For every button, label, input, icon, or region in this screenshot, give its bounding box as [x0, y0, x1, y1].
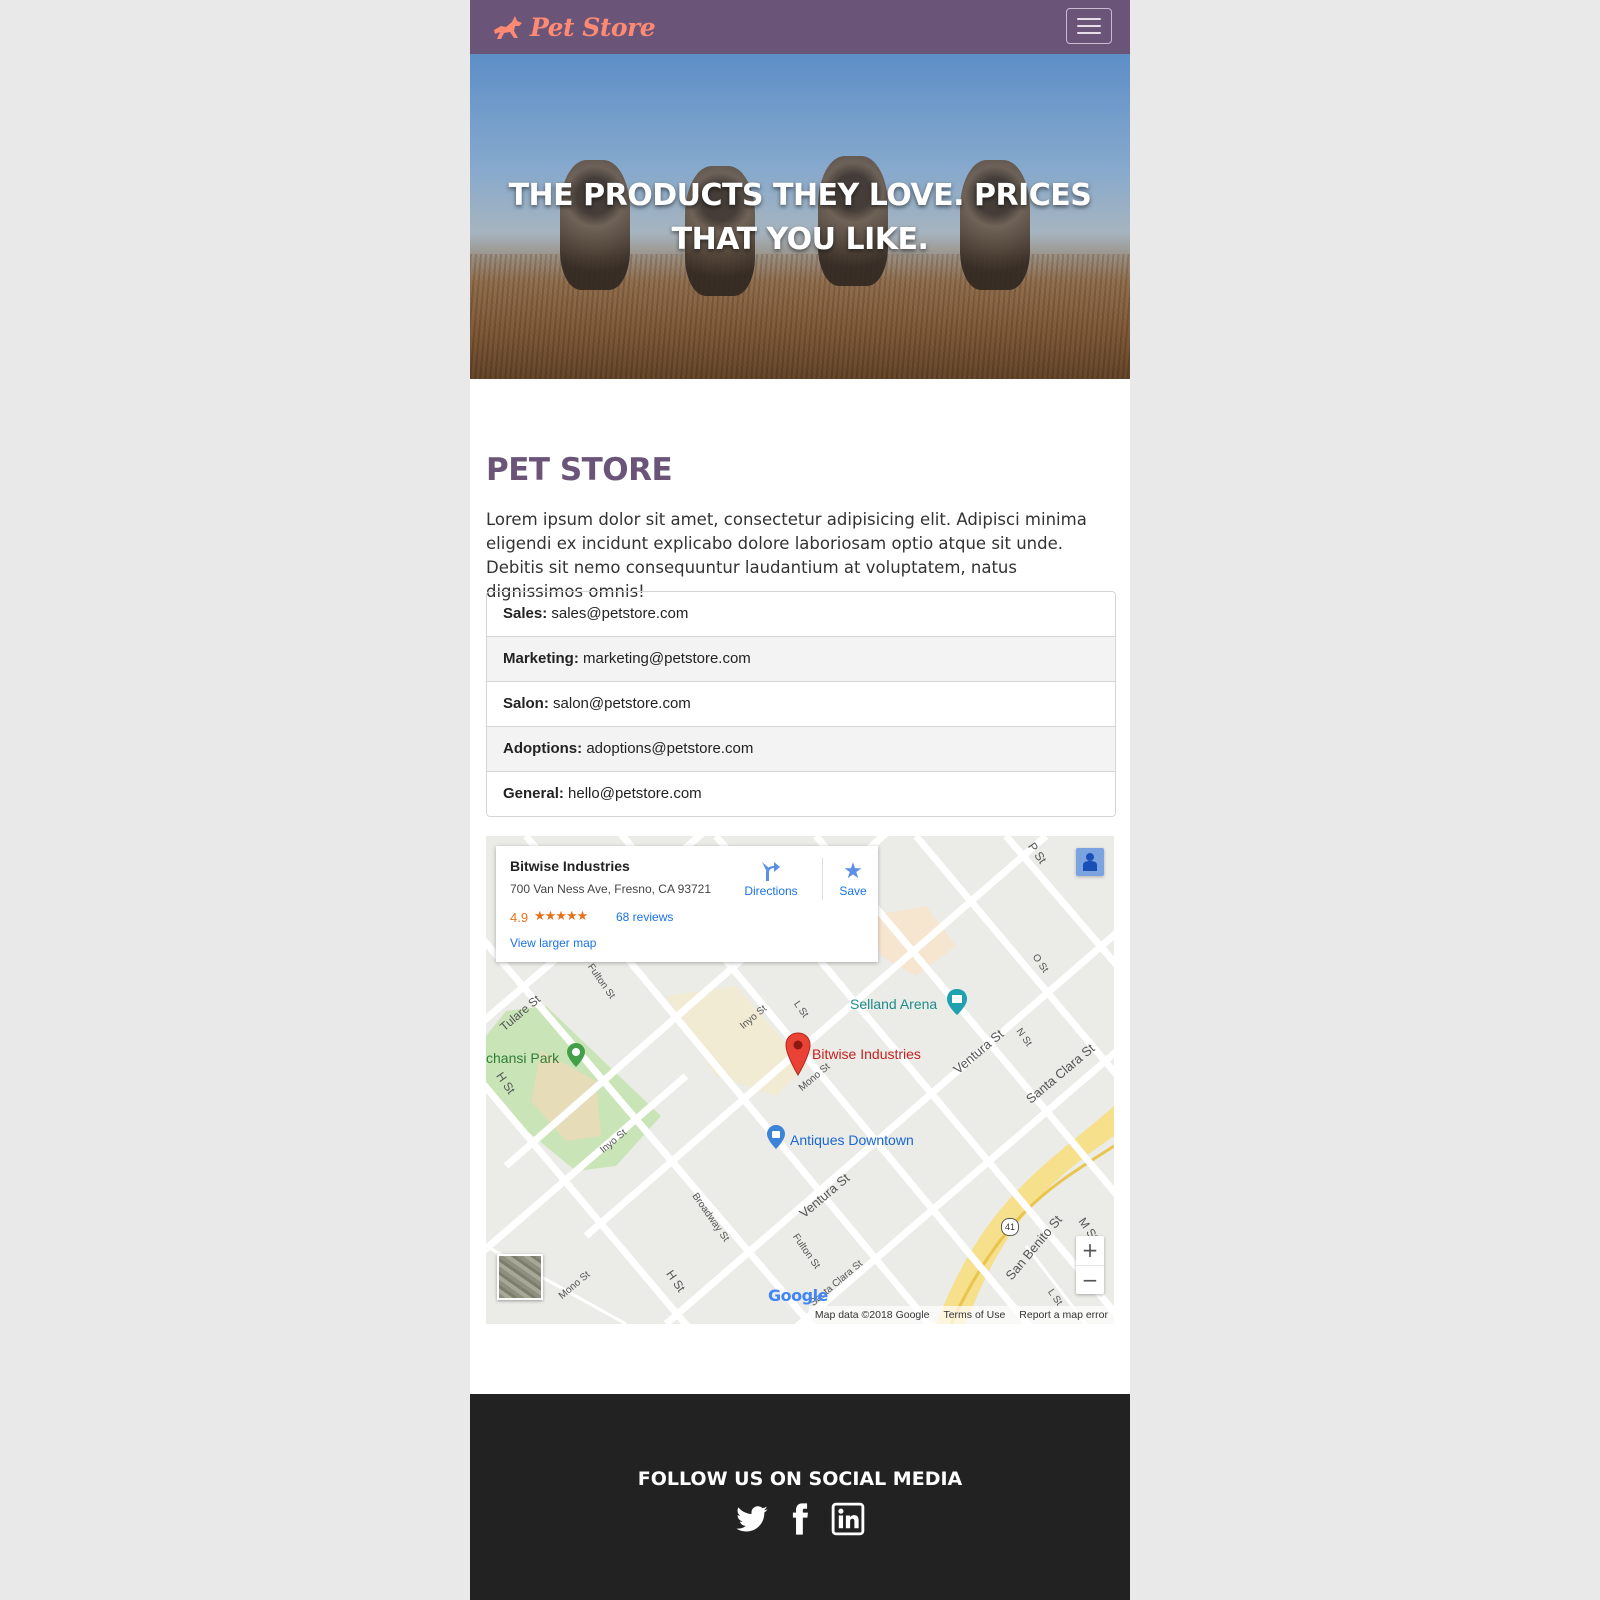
rating-stars: ★★★★★	[534, 908, 588, 923]
view-larger-map-link[interactable]: View larger map	[510, 936, 596, 950]
embedded-map[interactable]: Tulare St H St Fulton St Inyo St L St Mo…	[486, 836, 1114, 1324]
contact-list: Sales: sales@petstore.com Marketing: mar…	[486, 591, 1116, 817]
navbar: Pet Store	[470, 0, 1130, 54]
park-marker-icon	[567, 1043, 585, 1067]
linkedin-icon[interactable]	[831, 1502, 865, 1536]
contact-email[interactable]: hello@petstore.com	[568, 785, 702, 802]
list-item: Marketing: marketing@petstore.com	[487, 636, 1115, 681]
intro-text: Lorem ipsum dolor sit amet, consectetur …	[486, 510, 1087, 601]
contact-label: Adoptions:	[503, 740, 583, 757]
contact-email[interactable]: sales@petstore.com	[551, 605, 688, 622]
list-item: Sales: sales@petstore.com	[487, 592, 1115, 636]
directions-button[interactable]: Directions	[736, 858, 806, 898]
star-icon: ★	[843, 858, 863, 883]
location-pin-icon[interactable]	[784, 1032, 812, 1076]
route-shield: 41	[1001, 1218, 1019, 1236]
list-item: Salon: salon@petstore.com	[487, 681, 1115, 726]
list-item: General: hello@petstore.com	[487, 771, 1115, 816]
place-label[interactable]: chansi Park	[486, 1050, 559, 1066]
contact-label: Marketing:	[503, 650, 579, 667]
report-map-error-link[interactable]: Report a map error	[1019, 1306, 1108, 1324]
contact-email[interactable]: salon@petstore.com	[553, 695, 691, 712]
dog-logo-icon	[494, 16, 522, 39]
hero-banner: THE PRODUCTS THEY LOVE. PRICES THAT YOU …	[470, 54, 1130, 379]
map-attribution: Map data ©2018 Google Terms of Use Repor…	[808, 1306, 1114, 1324]
footer: FOLLOW US ON SOCIAL MEDIA	[470, 1394, 1130, 1600]
directions-label: Directions	[744, 884, 798, 898]
zoom-controls: + −	[1076, 1236, 1104, 1294]
zoom-in-button[interactable]: +	[1076, 1236, 1104, 1266]
reviews-link[interactable]: 68 reviews	[616, 910, 673, 924]
list-item: Adoptions: adoptions@petstore.com	[487, 726, 1115, 771]
brand-link[interactable]: Pet Store	[492, 10, 656, 44]
directions-icon	[736, 858, 806, 884]
page-title: PET STORE	[486, 452, 673, 488]
facebook-icon[interactable]	[783, 1502, 817, 1536]
place-label[interactable]: Bitwise Industries	[812, 1046, 921, 1062]
twitter-icon[interactable]	[735, 1502, 769, 1536]
follow-heading: FOLLOW US ON SOCIAL MEDIA	[637, 1468, 963, 1490]
satellite-toggle-button[interactable]	[497, 1254, 543, 1300]
terms-of-use-link[interactable]: Terms of Use	[943, 1306, 1005, 1324]
place-name: Bitwise Industries	[510, 858, 630, 874]
hero-title: THE PRODUCTS THEY LOVE. PRICES THAT YOU …	[508, 178, 1092, 257]
save-label: Save	[839, 884, 867, 898]
place-label[interactable]: Antiques Downtown	[790, 1132, 914, 1148]
social-links	[470, 1502, 1130, 1536]
contact-label: General:	[503, 785, 564, 802]
shopping-marker-icon	[767, 1125, 785, 1149]
place-info-card: Bitwise Industries 700 Van Ness Ave, Fre…	[496, 846, 878, 962]
contact-label: Sales:	[503, 605, 548, 622]
menu-toggle-button[interactable]	[1066, 8, 1112, 44]
contact-email[interactable]: marketing@petstore.com	[583, 650, 751, 667]
contact-email[interactable]: adoptions@petstore.com	[586, 740, 753, 757]
stadium-marker-icon	[947, 989, 967, 1015]
map-data-text: Map data ©2018 Google	[814, 1309, 930, 1321]
contact-label: Salon:	[503, 695, 549, 712]
street-view-pegman-icon[interactable]	[1076, 848, 1104, 876]
brand-name: Pet Store	[530, 12, 656, 42]
save-button[interactable]: ★ Save	[818, 858, 888, 898]
google-logo: Google	[768, 1286, 828, 1305]
page: Pet Store THE PRODUCTS THEY LOVE. PRICES…	[470, 0, 1130, 1600]
place-label[interactable]: Selland Arena	[850, 996, 937, 1012]
zoom-out-button[interactable]: −	[1076, 1266, 1104, 1295]
hamburger-menu-icon	[1077, 18, 1101, 20]
rating-value: 4.9	[510, 910, 529, 925]
place-address: 700 Van Ness Ave, Fresno, CA 93721	[510, 882, 712, 896]
